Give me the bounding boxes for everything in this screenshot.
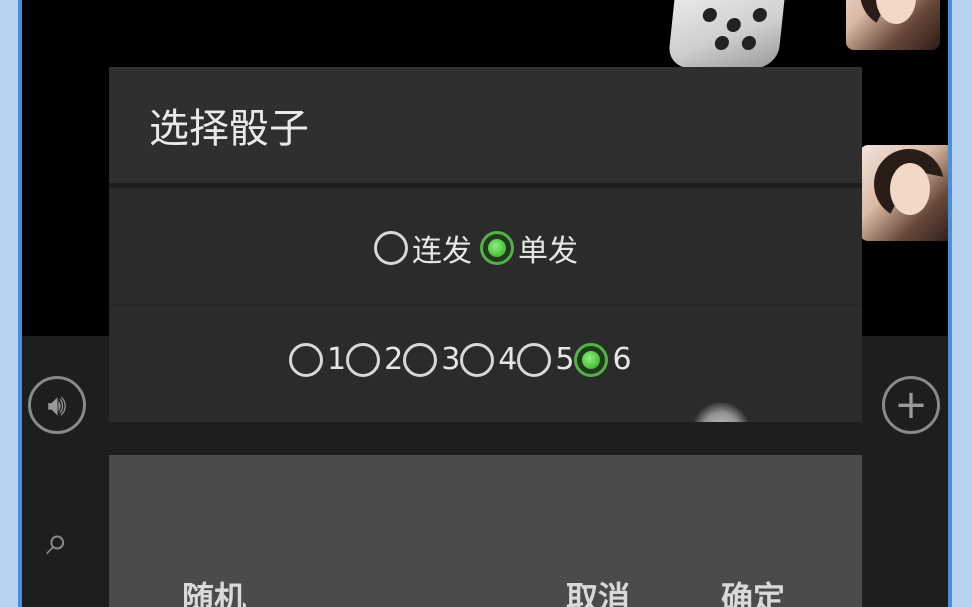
radio-single[interactable]: 单发: [480, 226, 578, 270]
random-button[interactable]: 随机: [182, 573, 246, 607]
select-dice-dialog: 选择骰子 连发 单发 1 2 3 4 5 6 随机 取消 确定: [109, 67, 862, 607]
radio-value-1[interactable]: 1: [289, 342, 346, 377]
phone-screen: 🔊︎ + ⌕ 选择骰子 连发 单发 1 2 3 4 5 6 随机 取消 确定: [22, 0, 948, 607]
divider: [109, 422, 862, 455]
radio-value-6[interactable]: 6: [574, 342, 632, 377]
radio-continuous[interactable]: 连发: [374, 226, 472, 270]
radio-value-3[interactable]: 3: [403, 342, 460, 377]
radio-value-5[interactable]: 5: [517, 342, 574, 377]
dialog-button-bar: 随机 取消 确定: [109, 455, 862, 607]
radio-circle[interactable]: [374, 231, 408, 265]
dice-value-row: 1 2 3 4 5 6: [109, 306, 862, 422]
window-right-border: [948, 0, 972, 607]
avatar[interactable]: [846, 0, 940, 50]
confirm-button[interactable]: 确定: [721, 573, 785, 607]
fire-mode-radio-group: 连发 单发: [374, 226, 578, 270]
search-icon[interactable]: ⌕: [46, 518, 68, 564]
dice-value-radio-group: 1 2 3 4 5 6: [289, 342, 632, 377]
radio-label: 单发: [518, 234, 578, 269]
dice-icon: [667, 0, 787, 68]
plus-icon[interactable]: +: [882, 376, 940, 434]
window-left-border: [0, 0, 22, 607]
dialog-title: 选择骰子: [109, 67, 862, 185]
radio-label: 连发: [412, 234, 472, 269]
radio-circle-selected[interactable]: [480, 231, 514, 265]
voice-icon[interactable]: 🔊︎: [28, 376, 86, 434]
radio-value-2[interactable]: 2: [346, 342, 403, 377]
fire-mode-row: 连发 单发: [109, 188, 862, 304]
radio-value-4[interactable]: 4: [460, 342, 517, 377]
cancel-button[interactable]: 取消: [566, 573, 630, 607]
avatar[interactable]: [860, 145, 948, 241]
